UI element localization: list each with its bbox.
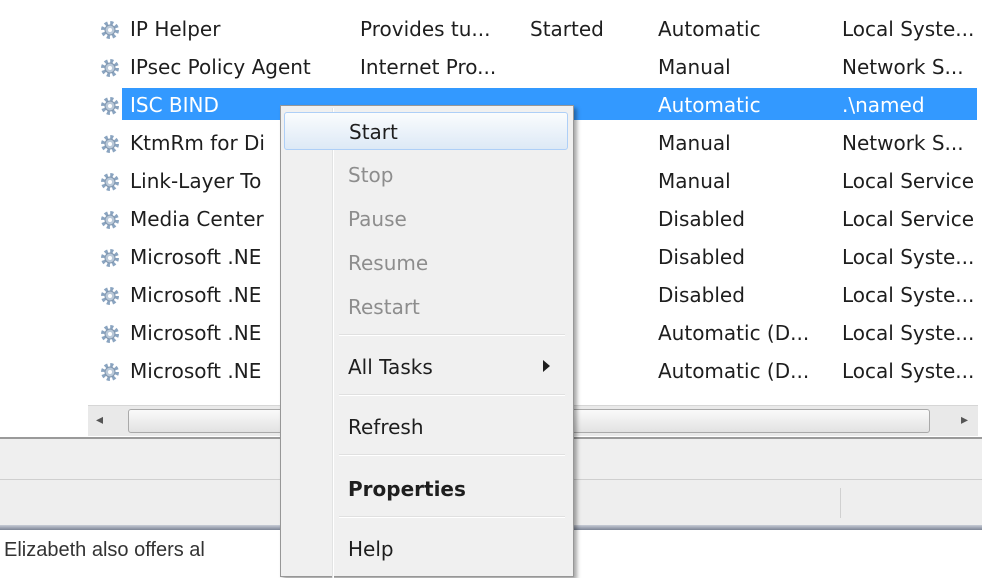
service-logon-as: .\named — [842, 93, 925, 117]
service-description: Internet Pro... — [360, 55, 497, 79]
service-name: Link-Layer To — [130, 169, 262, 193]
service-startup-type: Disabled — [658, 245, 745, 269]
menu-item-properties[interactable]: Properties — [284, 470, 568, 508]
service-name: IP Helper — [130, 17, 221, 41]
gear-icon — [101, 59, 119, 77]
service-logon-as: Local Syste... — [842, 359, 975, 383]
service-startup-type: Automatic (D... — [658, 359, 810, 383]
menu-item-label: Restart — [348, 295, 420, 319]
status-divider — [840, 488, 841, 518]
service-logon-as: Local Syste... — [842, 283, 975, 307]
service-name: Microsoft .NE — [130, 359, 262, 383]
menu-item-restart[interactable]: Restart — [284, 288, 568, 326]
service-startup-type: Manual — [658, 169, 731, 193]
service-row[interactable]: IPsec Policy Agent Internet Pro... Manua… — [0, 48, 982, 86]
menu-item-label: Pause — [348, 207, 407, 231]
menu-item-help[interactable]: Help — [284, 530, 568, 568]
gear-icon — [101, 211, 119, 229]
gear-icon — [101, 135, 119, 153]
service-name: KtmRm for Di — [130, 131, 265, 155]
scroll-left-arrow-icon[interactable]: ◂ — [96, 412, 103, 428]
gear-icon — [101, 173, 119, 191]
menu-item-stop[interactable]: Stop — [284, 156, 568, 194]
background-text: Elizabeth also offers al — [4, 539, 205, 561]
service-description: Provides tu... — [360, 17, 491, 41]
service-logon-as: Local Syste... — [842, 321, 975, 345]
menu-separator — [339, 454, 565, 456]
menu-item-label: Refresh — [348, 415, 424, 439]
menu-item-label: Resume — [348, 251, 429, 275]
gear-icon — [101, 325, 119, 343]
service-logon-as: Local Service — [842, 169, 975, 193]
gear-icon — [101, 97, 119, 115]
menu-item-label: Help — [348, 537, 394, 561]
service-logon-as: Local Syste... — [842, 245, 975, 269]
service-name: Media Center — [130, 207, 264, 231]
service-startup-type: Automatic — [658, 17, 761, 41]
service-name: ISC BIND — [130, 93, 219, 117]
service-startup-type: Automatic — [658, 93, 761, 117]
gear-icon — [101, 249, 119, 267]
service-logon-as: Local Service — [842, 207, 975, 231]
submenu-arrow-icon — [543, 360, 550, 372]
menu-item-refresh[interactable]: Refresh — [284, 408, 568, 446]
gear-icon — [101, 21, 119, 39]
gear-icon — [101, 363, 119, 381]
service-logon-as: Network S... — [842, 131, 964, 155]
menu-separator — [339, 394, 565, 396]
service-name: Microsoft .NE — [130, 283, 262, 307]
service-startup-type: Automatic (D... — [658, 321, 810, 345]
menu-item-label: All Tasks — [348, 355, 433, 379]
menu-item-label: Start — [349, 120, 398, 144]
scroll-right-arrow-icon[interactable]: ▸ — [961, 412, 968, 428]
menu-item-all-tasks[interactable]: All Tasks — [284, 348, 568, 386]
service-logon-as: Local Syste... — [842, 17, 975, 41]
context-menu: Start Stop Pause Resume Restart All Task… — [280, 105, 574, 578]
service-name: IPsec Policy Agent — [130, 55, 311, 79]
service-startup-type: Manual — [658, 131, 731, 155]
service-startup-type: Manual — [658, 55, 731, 79]
gear-icon — [101, 287, 119, 305]
menu-separator — [339, 334, 565, 336]
menu-item-pause[interactable]: Pause — [284, 200, 568, 238]
service-status: Started — [530, 17, 604, 41]
menu-separator — [339, 516, 565, 518]
menu-item-resume[interactable]: Resume — [284, 244, 568, 282]
service-name: Microsoft .NE — [130, 321, 262, 345]
service-name: Microsoft .NE — [130, 245, 262, 269]
menu-item-label: Properties — [348, 477, 466, 501]
service-row[interactable]: IP Helper Provides tu... Started Automat… — [0, 10, 982, 48]
service-logon-as: Network S... — [842, 55, 964, 79]
service-startup-type: Disabled — [658, 283, 745, 307]
menu-item-start[interactable]: Start — [284, 112, 568, 150]
service-startup-type: Disabled — [658, 207, 745, 231]
menu-item-label: Stop — [348, 163, 394, 187]
